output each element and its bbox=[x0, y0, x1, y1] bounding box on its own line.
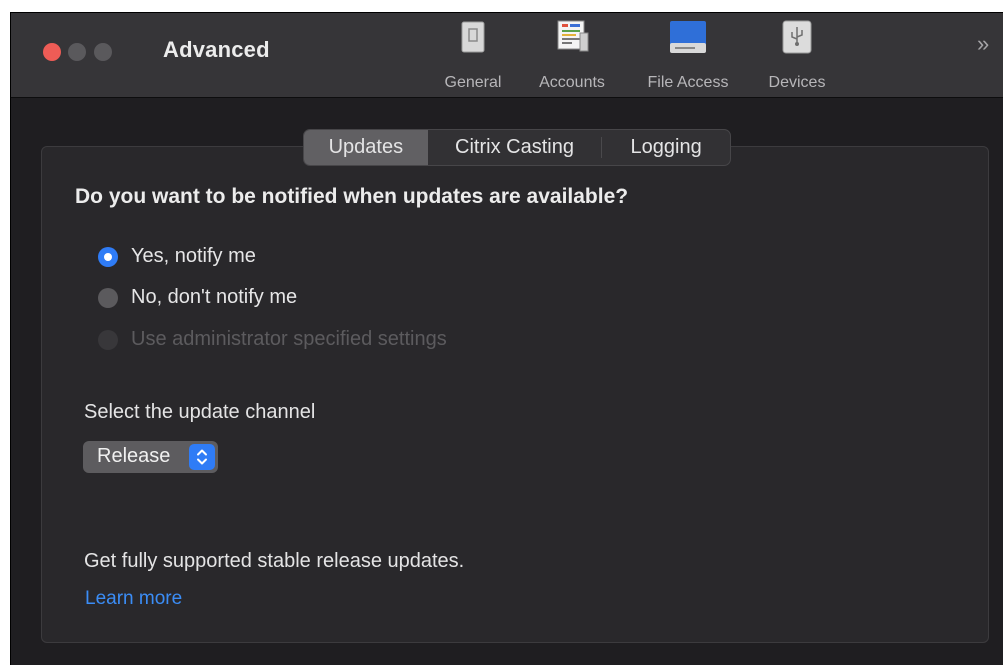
toolbar-general[interactable]: General bbox=[429, 19, 517, 95]
toolbar-accounts[interactable]: Accounts bbox=[529, 19, 615, 95]
tab-updates[interactable]: Updates bbox=[304, 130, 428, 165]
radio-yes-notify[interactable]: Yes, notify me bbox=[98, 245, 256, 268]
radio-yes-label: Yes, notify me bbox=[131, 245, 256, 267]
radio-button-disabled bbox=[98, 329, 118, 350]
title-bar: Advanced General Accounts File Access De… bbox=[11, 13, 1003, 98]
toolbar-general-label: General bbox=[444, 74, 502, 91]
accounts-icon bbox=[557, 20, 589, 52]
minimize-window-button[interactable] bbox=[68, 43, 86, 61]
radio-admin-settings: Use administrator specified settings bbox=[98, 328, 447, 351]
toolbar-devices-label: Devices bbox=[768, 74, 826, 91]
popup-stepper bbox=[189, 444, 215, 470]
tab-logging[interactable]: Logging bbox=[602, 130, 730, 165]
toolbar-devices[interactable]: Devices bbox=[753, 19, 841, 95]
notification-question: Do you want to be notified when updates … bbox=[75, 185, 629, 208]
toolbar-overflow-button[interactable]: » bbox=[977, 31, 989, 57]
general-icon bbox=[461, 21, 485, 53]
update-channel-value: Release bbox=[97, 445, 171, 467]
toolbar-accounts-label: Accounts bbox=[539, 74, 605, 91]
radio-admin-label: Use administrator specified settings bbox=[131, 328, 447, 350]
update-channel-popup[interactable]: Release bbox=[83, 441, 218, 473]
chevron-up-down-icon bbox=[197, 449, 207, 465]
update-channel-label: Select the update channel bbox=[84, 401, 316, 423]
file-access-icon bbox=[670, 21, 706, 53]
toolbar-file-access-label: File Access bbox=[647, 74, 729, 91]
radio-no-notify[interactable]: No, don't notify me bbox=[98, 286, 297, 309]
preferences-window: Advanced General Accounts File Access De… bbox=[10, 12, 1003, 665]
channel-description: Get fully supported stable release updat… bbox=[84, 550, 465, 572]
devices-icon bbox=[782, 20, 812, 54]
tab-bar: Updates Citrix Casting Logging bbox=[303, 129, 731, 166]
tab-citrix-casting[interactable]: Citrix Casting bbox=[428, 130, 602, 165]
close-window-button[interactable] bbox=[43, 43, 61, 61]
window-title: Advanced bbox=[163, 37, 270, 62]
learn-more-link[interactable]: Learn more bbox=[85, 588, 182, 610]
zoom-window-button[interactable] bbox=[94, 43, 112, 61]
radio-no-label: No, don't notify me bbox=[131, 286, 298, 308]
radio-button-selected[interactable] bbox=[98, 246, 118, 267]
radio-button[interactable] bbox=[98, 287, 118, 308]
toolbar-file-access[interactable]: File Access bbox=[633, 19, 743, 95]
